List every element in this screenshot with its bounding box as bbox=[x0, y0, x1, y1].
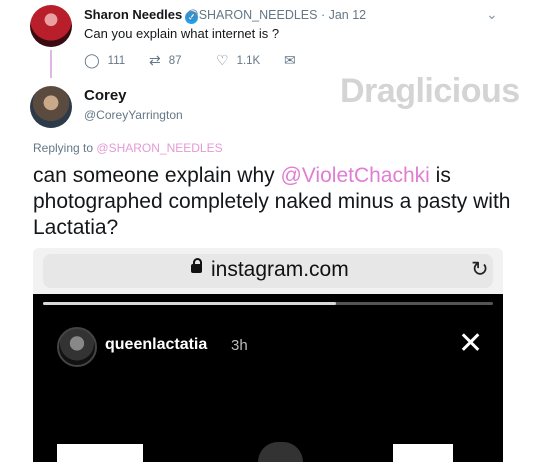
author-name[interactable]: Sharon Needles ✓ bbox=[84, 7, 199, 24]
avatar[interactable] bbox=[30, 5, 72, 47]
story-progress-bar bbox=[43, 302, 493, 305]
story-time: 3h bbox=[231, 337, 248, 354]
reply-count: 111 bbox=[107, 54, 126, 67]
replying-to: Replying to @SHARON_NEEDLES bbox=[33, 141, 223, 155]
story-username: queenlactatia bbox=[105, 336, 208, 353]
thread-connector bbox=[50, 50, 52, 78]
retweet-button[interactable]: ⇄ 87 bbox=[149, 52, 182, 69]
watermark: Draglicious bbox=[340, 72, 520, 110]
mention-link[interactable]: @VioletChachki bbox=[280, 164, 429, 187]
chevron-down-icon[interactable]: ⌄ bbox=[486, 6, 498, 23]
reload-icon: ↻ bbox=[471, 258, 489, 281]
like-button[interactable]: ♡ 1.1K bbox=[216, 52, 260, 69]
retweet-icon: ⇄ bbox=[149, 52, 161, 68]
reply-icon: ◯ bbox=[84, 52, 100, 68]
browser-url-bar: instagram.com ↻ bbox=[43, 254, 493, 288]
url-text: instagram.com bbox=[211, 258, 349, 281]
envelope-icon: ✉ bbox=[284, 52, 296, 68]
dm-button[interactable]: ✉ bbox=[284, 52, 296, 69]
close-icon: ✕ bbox=[458, 327, 484, 360]
embedded-screenshot[interactable]: instagram.com ↻ queenlactatia 3h ✕ bbox=[33, 248, 503, 462]
tweet-text: Can you explain what internet is ? bbox=[84, 26, 280, 41]
instagram-story: queenlactatia 3h ✕ bbox=[33, 294, 503, 462]
author-name[interactable]: Corey bbox=[84, 87, 127, 104]
retweet-count: 87 bbox=[168, 54, 182, 67]
story-image-fragment bbox=[57, 444, 143, 462]
replying-handle-link[interactable]: @SHARON_NEEDLES bbox=[96, 141, 222, 155]
heart-icon: ♡ bbox=[216, 52, 229, 68]
lock-icon bbox=[191, 258, 202, 273]
author-name-text[interactable]: Sharon Needles bbox=[84, 7, 182, 22]
author-handle[interactable]: @CoreyYarrington bbox=[84, 108, 183, 122]
tweet-date[interactable]: · Jan 12 bbox=[321, 8, 366, 22]
replying-label: Replying to bbox=[33, 141, 94, 155]
avatar[interactable] bbox=[30, 86, 72, 128]
reply-button[interactable]: ◯ 111 bbox=[84, 52, 125, 69]
like-count: 1.1K bbox=[236, 54, 261, 67]
tweet-text: can someone explain why @VioletChachki i… bbox=[33, 163, 513, 241]
story-progress-fill bbox=[43, 302, 336, 305]
avatar bbox=[57, 327, 97, 367]
author-handle-date: @SHARON_NEEDLES · Jan 12 bbox=[186, 8, 366, 22]
tweet-text-part: can someone explain why bbox=[33, 164, 281, 187]
story-image-fragment bbox=[258, 442, 303, 462]
author-handle[interactable]: @SHARON_NEEDLES bbox=[186, 8, 317, 22]
story-image-fragment bbox=[393, 444, 453, 462]
